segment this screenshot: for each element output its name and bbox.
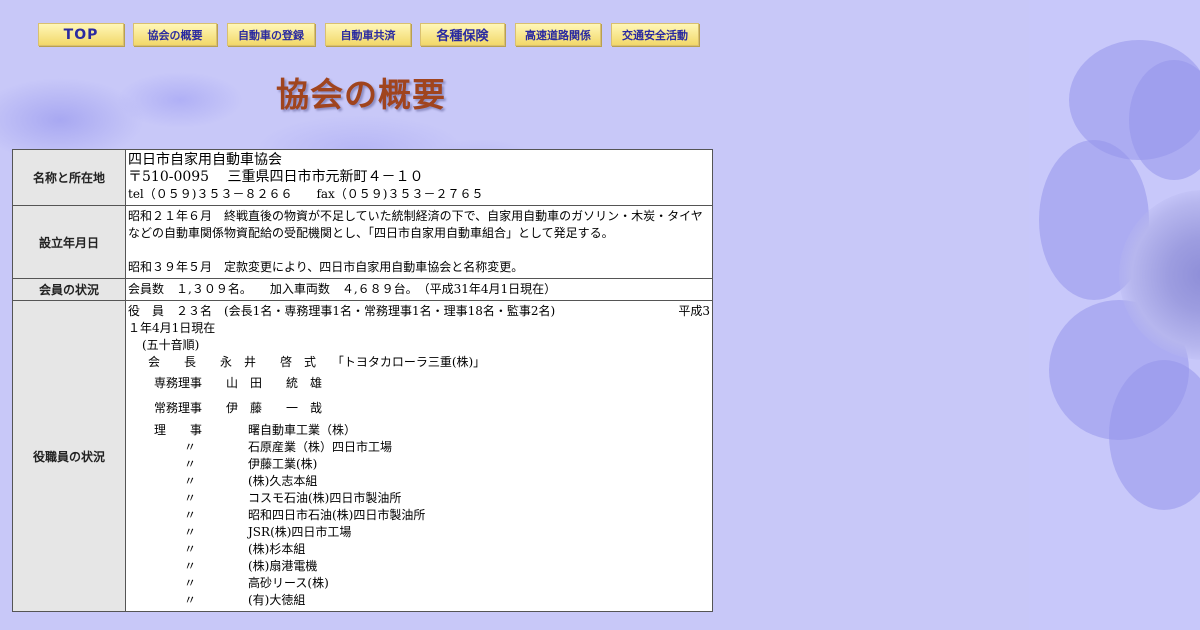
row-label: 名称と所在地: [12, 149, 126, 206]
table-row: 設立年月日 昭和２１年６月 終戦直後の物資が不足していた統制経済の下で、自家用自…: [12, 205, 713, 279]
director-row: 〃 JSR(株)四日市工場: [128, 524, 710, 541]
table-row: 役職員の状況 役 員 ２３名 (会長1名・専務理事1名・常務理事1名・理事18名…: [12, 300, 713, 612]
director-row: 〃 (株)久志本組: [128, 473, 710, 490]
ditto-mark: 〃: [184, 508, 197, 522]
association-address: 〒510-0095 三重県四日市市元新町４－１０: [128, 169, 424, 185]
nav-expressway-button[interactable]: 高速道路関係: [515, 23, 601, 46]
row-content: 役 員 ２３名 (会長1名・専務理事1名・常務理事1名・理事18名・監事2名) 平…: [125, 300, 713, 612]
page-title: 協会の概要: [276, 75, 446, 114]
nav-insurance-button[interactable]: 各種保険: [420, 23, 505, 46]
ditto-mark: 〃: [184, 525, 197, 539]
officer-chair: 会 長 永 井 啓 式 「トヨタカローラ三重(株)」: [148, 355, 486, 369]
officer-order-note: (五十音順): [142, 338, 200, 352]
director-row: 理 事 曙自動車工業（株）: [128, 422, 710, 439]
director-company: 石原産業（株）四日市工場: [248, 440, 393, 454]
overview-table: 名称と所在地 四日市自家用自動車協会 〒510-0095 三重県四日市市元新町４…: [12, 149, 713, 612]
association-phone: tel（０５９)３５３－８２６６ fax（０５９)３５３－２７６５: [128, 187, 484, 201]
ditto-mark: 〃: [184, 491, 197, 505]
director-company: (株)久志本組: [248, 474, 318, 488]
row-content: 昭和２１年６月 終戦直後の物資が不足していた統制経済の下で、自家用自動車のガソリ…: [125, 205, 713, 279]
member-count: 会員数 １,３０９名。 加入車両数 ４,６８９台。 （平成31年4月1日現在）: [128, 282, 557, 296]
row-label: 会員の状況: [12, 278, 126, 301]
director-list: 理 事曙自動車工業（株）〃石原産業（株）四日市工場〃伊藤工業(株) 〃 (株)久志本…: [128, 422, 710, 609]
director-row: 〃 石原産業（株）四日市工場: [128, 439, 710, 456]
nav-top-button[interactable]: TOP: [38, 23, 124, 46]
ditto-mark: 〃: [184, 593, 197, 607]
director-row: 〃 (株)扇港電機: [128, 558, 710, 575]
director-row: 〃 昭和四日市石油(株)四日市製油所: [128, 507, 710, 524]
row-content: 四日市自家用自動車協会 〒510-0095 三重県四日市市元新町４－１０ tel…: [125, 149, 713, 206]
director-company: (株)杉本組: [248, 542, 306, 556]
nav-about-button[interactable]: 協会の概要: [133, 23, 217, 46]
ditto-mark: 〃: [184, 457, 197, 471]
director-company: 曙自動車工業（株）: [248, 423, 357, 437]
director-title: 理 事: [154, 423, 203, 437]
ditto-mark: 〃: [184, 474, 197, 488]
director-company: コスモ石油(株)四日市製油所: [248, 491, 402, 505]
director-row: 〃 (有)大徳組: [128, 592, 710, 609]
officer-summary: 役 員 ２３名 (会長1名・専務理事1名・常務理事1名・理事18名・監事2名): [128, 304, 556, 318]
director-company: (株)扇港電機: [248, 559, 318, 573]
table-row: 名称と所在地 四日市自家用自動車協会 〒510-0095 三重県四日市市元新町４…: [12, 149, 713, 206]
director-row: 〃 高砂リース(株): [128, 575, 710, 592]
association-name: 四日市自家用自動車協会: [128, 152, 282, 168]
founding-history: 昭和２１年６月 終戦直後の物資が不足していた統制経済の下で、自家用自動車のガソリ…: [128, 209, 703, 240]
officer-managing-director: 常務理事 伊 藤 一 哉: [154, 401, 323, 415]
ditto-mark: 〃: [184, 542, 197, 556]
director-row: 〃 コスモ石油(株)四日市製油所: [128, 490, 710, 507]
table-row: 会員の状況 会員数 １,３０９名。 加入車両数 ４,６８９台。 （平成31年4月…: [12, 278, 713, 301]
row-content: 会員数 １,３０９名。 加入車両数 ４,６８９台。 （平成31年4月1日現在）: [125, 278, 713, 301]
officer-executive-director: 専務理事 山 田 統 雄: [154, 376, 323, 390]
officer-date-continued: １年4月1日現在: [128, 321, 216, 335]
officer-date: 平成3: [678, 304, 710, 318]
nav-mutual-aid-button[interactable]: 自動車共済: [325, 23, 411, 46]
row-label: 設立年月日: [12, 205, 126, 279]
ditto-mark: 〃: [184, 576, 197, 590]
ditto-mark: 〃: [184, 559, 197, 573]
flower-side-image: [1029, 0, 1200, 630]
ditto-mark: 〃: [184, 440, 197, 454]
row-label: 役職員の状況: [12, 300, 126, 612]
nav-traffic-safety-button[interactable]: 交通安全活動: [611, 23, 699, 46]
director-company: 高砂リース(株): [248, 576, 329, 590]
director-row: 〃 (株)杉本組: [128, 541, 710, 558]
director-company: JSR(株)四日市工場: [248, 525, 352, 539]
director-row: 〃 伊藤工業(株): [128, 456, 710, 473]
renaming-history: 昭和３９年５月 定款変更により、四日市自家用自動車協会と名称変更。: [128, 260, 524, 274]
director-company: 伊藤工業(株): [248, 457, 318, 471]
director-company: (有)大徳組: [248, 593, 306, 607]
director-company: 昭和四日市石油(株)四日市製油所: [248, 508, 426, 522]
nav-registration-button[interactable]: 自動車の登録: [227, 23, 315, 46]
